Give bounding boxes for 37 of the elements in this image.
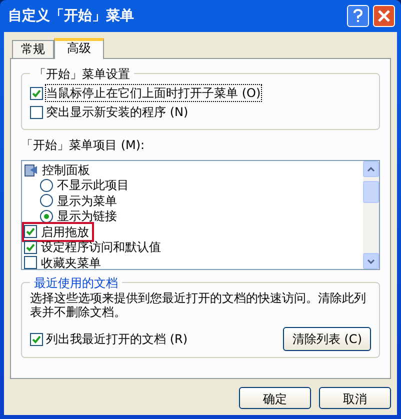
scroll-up-button[interactable] bbox=[363, 161, 379, 177]
close-button[interactable] bbox=[373, 5, 395, 27]
checkbox[interactable] bbox=[24, 256, 37, 269]
checkbox[interactable] bbox=[30, 86, 43, 100]
cancel-button[interactable]: 取消 bbox=[319, 387, 391, 409]
checkbox-label: 突出显示新安装的程序 (N) bbox=[46, 104, 188, 120]
list-label: 「开始」菜单项目 (M): bbox=[21, 137, 146, 154]
checkbox[interactable] bbox=[30, 106, 43, 118]
close-icon bbox=[378, 10, 390, 22]
control-panel-icon bbox=[24, 162, 38, 177]
radio-label: 显示为链接 bbox=[57, 208, 117, 226]
group-title: 「开始」菜单设置 bbox=[30, 65, 134, 83]
question-mark-icon bbox=[353, 9, 363, 23]
radio-button[interactable] bbox=[40, 210, 53, 223]
tab[interactable]: 常规 bbox=[12, 40, 54, 58]
radio-button[interactable] bbox=[40, 194, 53, 208]
radio-button[interactable] bbox=[40, 178, 53, 192]
checkbox[interactable] bbox=[24, 225, 37, 238]
checkbox-label: 设定程序访问和默认值 bbox=[41, 239, 161, 256]
scroll-down-button[interactable] bbox=[363, 253, 379, 269]
checkbox[interactable] bbox=[30, 332, 43, 346]
radio-label: 不显示此项目 bbox=[57, 177, 129, 194]
checkbox-label: 当鼠标停止在它们上面时打开子菜单 (O) bbox=[46, 85, 261, 101]
checkbox-label: 收藏夹菜单 bbox=[41, 254, 101, 269]
clear-list-button[interactable]: 清除列表 (C) bbox=[283, 327, 371, 351]
checkbox-label: 启用拖放 bbox=[41, 224, 89, 241]
description-text: 选择这些选项来提供到您最近打开的文档的快速访问。清除此列表并不删除文档。 bbox=[30, 291, 367, 319]
window-title: 自定义「开始」菜单 bbox=[8, 6, 134, 26]
tab[interactable]: 高级 bbox=[54, 38, 104, 59]
help-button[interactable] bbox=[347, 5, 369, 27]
tree-item-label: 控制面板 bbox=[42, 162, 90, 179]
checkbox[interactable] bbox=[24, 240, 37, 254]
ok-button[interactable]: 确定 bbox=[239, 387, 311, 409]
group-title: 最近使用的文档 bbox=[30, 274, 122, 292]
scroll-thumb[interactable] bbox=[363, 181, 379, 203]
checkbox-label: 列出我最近打开的文档 (R) bbox=[46, 331, 188, 347]
radio-label: 显示为菜单 bbox=[57, 192, 117, 210]
